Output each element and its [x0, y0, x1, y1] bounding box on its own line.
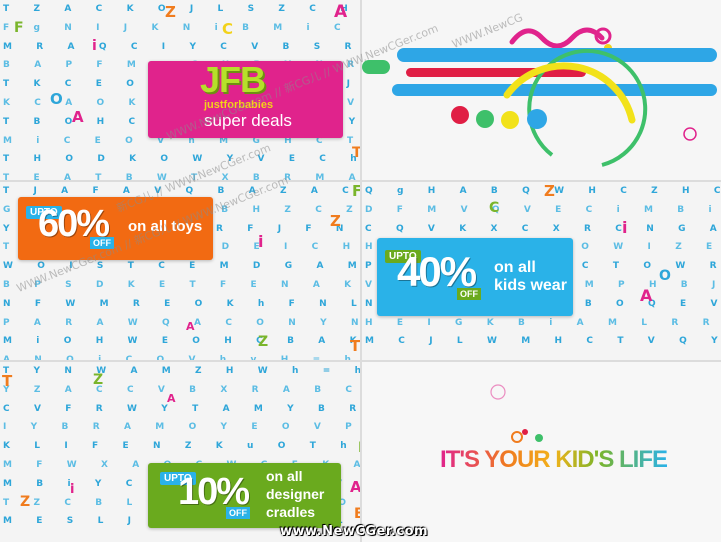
accent-letter: O	[50, 90, 63, 108]
accent-letter: A	[167, 392, 176, 405]
accent-letter: E	[354, 506, 360, 522]
accent-letter: A	[640, 286, 653, 305]
accent-letter: i	[258, 232, 264, 251]
accent-letter: C	[222, 20, 234, 38]
letter-row: C Q V K X C X R C N G A V F Q A R M V	[365, 223, 721, 234]
red-dot	[522, 429, 528, 435]
blue-dot	[527, 109, 547, 129]
letter-row: T Z A C K O J L S Z C H W Q B A H g A	[3, 4, 360, 14]
accent-letter: i	[70, 482, 75, 497]
letter-row: H E I G K B i A M L R R O A M Y E L E S	[365, 317, 721, 328]
accent-letter: Z	[20, 494, 31, 510]
letter-row: A N Q i C O V h v H = h M K O X T	[0, 351, 360, 360]
offer-text-line1: on all	[494, 259, 536, 276]
pink-wave	[509, 27, 605, 49]
accent-letter: F	[14, 20, 24, 36]
accent-letter: T	[352, 145, 360, 161]
accent-letter: Z	[330, 212, 341, 230]
yellow-dot-large	[501, 111, 519, 129]
panel-tagline: IT'S YOUR KID'S LIFE	[362, 362, 721, 542]
accent-letter: Z	[544, 182, 555, 200]
accent-letter: Z	[93, 372, 104, 388]
letter-row: M i O H W E O H C B A K R V C C A Z D	[3, 336, 360, 347]
letter-row: T Y N W A M Z H W h = h c i O I Q N A	[3, 366, 360, 376]
storyboard: T Z A C K O J L S Z C H W Q B A H g A F …	[0, 0, 721, 542]
accent-letter: O	[659, 268, 671, 284]
letter-row: P A R A W Q A C O N Y N A T M P Q S O W	[3, 317, 360, 328]
accent-letter: A	[350, 478, 360, 496]
accent-letter: C	[489, 200, 500, 216]
pink-outline-dot	[683, 127, 697, 141]
panel-cradles-offer: T Y N W A M Z H W h = h c i O I Q N A Y …	[0, 362, 360, 542]
faint-ring	[490, 384, 506, 400]
tagline-text: IT'S YOUR KID'S LIFE	[440, 446, 668, 474]
panel-kidswear-offer: Q g H A B Q W H C Z H C O Q Y W Y D F M …	[362, 182, 721, 360]
letter-row: M R A Q C I Y C V B S R P Y A W Y A W	[3, 41, 360, 52]
green-dot	[476, 110, 494, 128]
letter-row: I Y B R A M O Y E O V P C N Q O V M Q	[3, 422, 360, 433]
letter-row: C V F R W Y T A M Y B R O K W H O i A	[3, 403, 360, 414]
letter-row: Y Z A C C V B X R A B C H O E E W D Q	[3, 384, 360, 395]
tagline-label: IT'S YOUR KID'S LIFE	[440, 446, 668, 473]
accent-letter: T	[350, 337, 360, 355]
accent-letter: T	[2, 372, 13, 390]
green-dot	[535, 434, 543, 442]
footer-site-label: www.NewCGer.com	[280, 524, 429, 539]
kidswear-offer-card: UPTO 40% OFF on all kids wear	[377, 238, 573, 316]
letter-row: K L I F E N Z K u O T h C R E A T I O N	[3, 441, 360, 452]
letter-row: M C J L W M H C T V Q Y M h V O T E D	[365, 336, 721, 347]
accent-letter: Z	[258, 334, 269, 350]
off-badge: OFF	[457, 288, 481, 300]
offer-text-line2: kids wear	[494, 277, 567, 294]
letter-row: N F W M R E O K h F N L A C N I F A V C	[3, 298, 360, 309]
accent-letter: A	[72, 108, 84, 126]
accent-letter: F	[352, 182, 360, 200]
blue-bar-bottom	[392, 84, 717, 96]
offer-text-line3: cradles	[266, 504, 316, 520]
red-dot	[451, 106, 469, 124]
offer-text-line2: designer	[266, 486, 325, 502]
orange-ring	[511, 431, 523, 443]
letter-row: D F M V Q V E C i M B i N K J i N g F	[365, 204, 721, 215]
accent-letter: A	[186, 320, 195, 333]
off-badge: OFF	[226, 507, 250, 519]
accent-letter: Z	[165, 3, 176, 21]
accent-letter: i	[92, 38, 97, 54]
letter-row: T H O D K O W Y V E C h h Z L Y C H	[3, 154, 360, 165]
cradles-offer-card: UPTO 10% OFF on all designer cradles	[148, 463, 341, 528]
accent-letter: i	[622, 218, 628, 237]
letter-row: F g N I J K N i B M i C E V Q V M F B	[3, 22, 360, 33]
letter-row: Q g H A B Q W H C Z H C O Q Y W Y	[365, 186, 721, 196]
offer-text-line1: on all	[266, 468, 303, 484]
accent-letter: F	[358, 440, 360, 456]
accent-letter: A	[334, 2, 348, 22]
panel-jfb-intro: T Z A C K O J L S Z C H W Q B A H g A F …	[0, 0, 360, 180]
